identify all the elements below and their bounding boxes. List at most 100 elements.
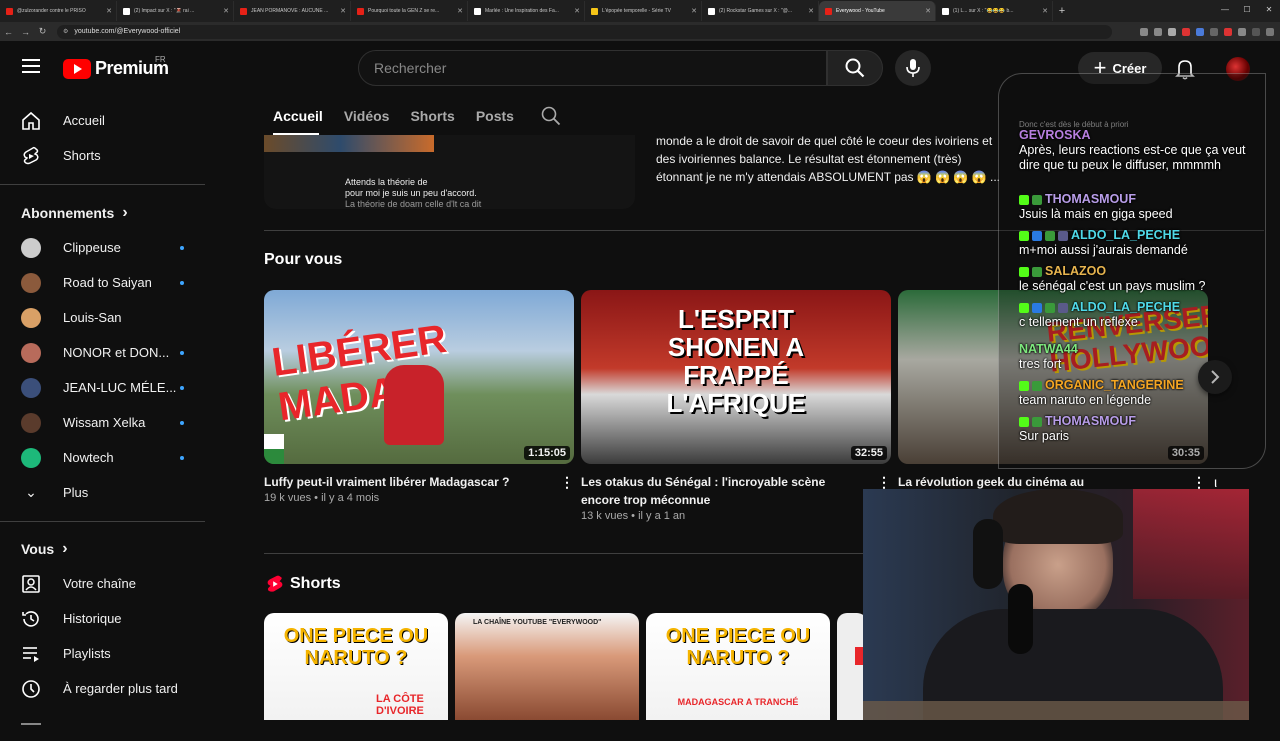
search-input[interactable]: Rechercher [358,50,827,86]
sidebar-item-shorts[interactable]: Shorts [12,138,192,173]
url-field[interactable]: ⚙ youtube.com/@Everywood-officiel [57,24,1112,39]
sidebar-item-label: Historique [63,611,122,626]
video-card[interactable]: LIBÉRER MADA? 1:15:05 Luffy peut-il vrai… [264,290,574,504]
sidebar-item-playlists[interactable]: Playlists [12,636,192,671]
bookmark-star-icon[interactable] [1168,27,1176,36]
sidebar-item-home[interactable]: Accueil [12,103,192,138]
tab-favicon-icon [591,7,598,15]
short-card[interactable]: ONE PIECE OU NARUTO ? MADAGASCAR A TRANC… [646,613,830,720]
new-tab-button[interactable]: + [1053,5,1071,17]
minimize-icon[interactable]: — [1214,0,1236,20]
browser-tab[interactable]: (2) Impact sur X : "🌋 rai ... ✕ [117,1,234,21]
subscription-item[interactable]: Clippeuse [12,230,192,265]
sidebar-item-your-channel[interactable]: Votre chaîne [12,566,192,601]
chat-text: Sur paris [1019,429,1070,443]
video-thumbnail[interactable]: LIBÉRER MADA? 1:15:05 [264,290,574,464]
browser-tab[interactable]: (2) Rockstar Games sur X : "@... ✕ [702,1,819,21]
featured-video-thumbnail[interactable]: Attends la théorie de pour moi je suis u… [264,135,635,209]
sidebar-item-history[interactable]: Historique [12,601,192,636]
subscription-name: NONOR et DON... [63,345,170,360]
site-info-icon[interactable]: ⚙ [63,28,68,35]
sidebar-more-button[interactable]: ⌄ Plus [12,475,192,510]
subscription-name: Wissam Xelka [63,415,146,430]
tab-close-icon[interactable]: ✕ [691,7,697,15]
channel-avatar [21,342,41,363]
tab-close-icon[interactable]: ✕ [1042,7,1048,15]
subscriptions-heading[interactable]: Abonnements › [21,204,128,222]
menu-kebab-icon[interactable] [1266,27,1274,36]
extension-icon[interactable] [1182,27,1190,36]
video-card[interactable]: L'ESPRIT SHONEN A FRAPPÉ L'AFRIQUE 32:55… [581,290,891,522]
thumbnail-overlay-text: L'ESPRIT SHONEN A FRAPPÉ L'AFRIQUE [666,304,806,418]
short-caption: MADAGASCAR A TRANCHÉ [677,697,799,707]
browser-tab[interactable]: L'épopée temporelle - Série TV ✕ [585,1,702,21]
tab-shorts[interactable]: Shorts [410,108,454,124]
tab-close-icon[interactable]: ✕ [340,7,346,15]
shorts-icon [23,146,39,164]
video-thumbnail[interactable]: L'ESPRIT SHONEN A FRAPPÉ L'AFRIQUE 32:55 [581,290,891,464]
video-title[interactable]: Luffy peut-il vraiment libérer Madagasca… [264,473,544,491]
search-button[interactable] [827,50,883,86]
video-title[interactable]: Les otakus du Sénégal : l'incroyable scè… [581,473,861,509]
short-card[interactable]: ONE PIECE OU NARUTO ? LA CÔTE D'IVOIRE [264,613,448,720]
chat-text: team naruto en légende [1019,393,1152,407]
tab-close-icon[interactable]: ✕ [223,7,229,15]
browser-tab[interactable]: Everywood - YouTube ✕ [819,1,936,21]
browser-tab[interactable]: JEAN PORMANOVE : AUCUNE ... ✕ [234,1,351,21]
subscription-item[interactable]: Wissam Xelka [12,405,192,440]
youtube-premium-logo[interactable]: Premium FR [63,55,169,79]
extension-icon[interactable] [1196,27,1204,36]
maximize-icon[interactable]: ☐ [1236,0,1258,20]
tab-home[interactable]: Accueil [273,108,323,124]
search-icon[interactable] [541,106,561,126]
browser-tab[interactable]: @zulzorander contre le PRISO ✕ [0,1,117,21]
sidebar-item-label: Votre chaîne [63,576,136,591]
extension-icon[interactable] [1224,27,1232,36]
zoom-icon[interactable] [1140,27,1148,36]
browser-tab[interactable]: Marlée : Une Inspiration des Fa... ✕ [468,1,585,21]
video-meta: 13 k vues • il y a 1 an [581,510,686,522]
chat-message: ORGANIC_TANGERINE team naruto en légende [1019,378,1259,408]
search-icon [845,58,865,78]
menu-icon[interactable] [22,59,40,73]
tab-close-icon[interactable]: ✕ [925,7,931,15]
browser-tab[interactable]: Pourquoi toute la GEN Z se re... ✕ [351,1,468,21]
tab-close-icon[interactable]: ✕ [457,7,463,15]
subscription-item[interactable]: Nowtech [12,440,192,475]
subscription-item[interactable]: Road to Saiyan [12,265,192,300]
video-menu-icon[interactable]: ⋮ [560,474,574,491]
webcam-person-hair [993,489,1123,544]
subscription-item[interactable]: NONOR et DON... [12,335,192,370]
chat-username: NATWA44 [1019,342,1078,356]
tab-close-icon[interactable]: ✕ [808,7,814,15]
sidebar-divider [0,184,205,185]
tab-posts[interactable]: Posts [476,108,514,124]
tab-close-icon[interactable]: ✕ [106,7,112,15]
chat-username: SALAZOO [1045,264,1107,278]
extensions-puzzle-icon[interactable] [1238,27,1246,36]
featured-description: monde a le droit de savoir de quel côté … [656,134,1000,184]
profile-icon[interactable] [1252,27,1260,36]
reload-icon[interactable]: ↻ [34,26,51,37]
back-icon[interactable]: ← [0,27,17,37]
browser-tab[interactable]: (1) L... sur X : "😂😂😂 b... ✕ [936,1,1053,21]
subtitle-line: pour moi je suis un peu d'accord. [345,188,477,198]
sidebar-item-watch-later[interactable]: À regarder plus tard [12,671,192,706]
tab-close-icon[interactable]: ✕ [574,7,580,15]
extension-icon[interactable] [1210,27,1218,36]
short-card[interactable]: LA CHAÎNE YOUTUBE "EVERYWOOD" [455,613,639,720]
tab-videos[interactable]: Vidéos [344,108,390,124]
subscription-item[interactable]: JEAN-LUC MÉLE... [12,370,192,405]
tab-title: (1) L... sur X : "😂😂😂 b... [953,8,1014,14]
voice-search-button[interactable] [895,50,931,86]
forward-icon[interactable]: → [17,27,34,37]
chat-badge-icon [1045,230,1055,241]
subscription-item[interactable]: Louis-San [12,300,192,335]
share-icon[interactable] [1154,27,1162,36]
you-heading[interactable]: Vous › [21,540,68,558]
close-window-icon[interactable]: ✕ [1258,0,1280,20]
short-caption: LA CÔTE D'IVOIRE [376,693,424,717]
video-meta: 19 k vues • il y a 4 mois [264,492,380,504]
short-overlay-text: ONE PIECE OU NARUTO ? [665,625,811,669]
sidebar-item-partial[interactable] [12,706,192,741]
